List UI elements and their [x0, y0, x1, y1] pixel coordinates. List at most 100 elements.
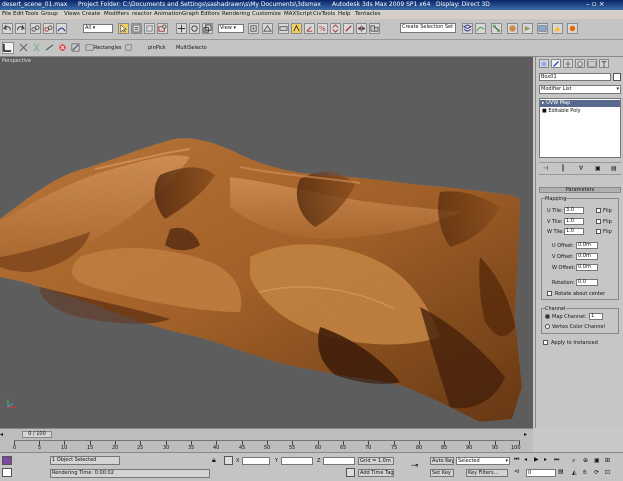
render-production-icon[interactable]: [567, 23, 578, 34]
current-frame-field[interactable]: 0: [526, 469, 556, 477]
parameters-rollout-header[interactable]: Parameters: [539, 187, 621, 193]
w-flip-checkbox[interactable]: [596, 229, 601, 234]
menu-edit[interactable]: Edit: [13, 11, 24, 17]
make-unique-icon[interactable]: ∀: [579, 165, 583, 172]
select-object-icon[interactable]: [118, 23, 129, 34]
create-helper-icon[interactable]: [32, 43, 43, 54]
rotate-icon[interactable]: [189, 23, 200, 34]
move-icon[interactable]: [176, 23, 187, 34]
pinpick-script-icon[interactable]: [124, 43, 135, 54]
rectangles-script-button[interactable]: Rectangles: [94, 45, 122, 51]
scale-icon[interactable]: [202, 23, 213, 34]
utilities-tab[interactable]: [599, 59, 609, 68]
create-shapes-icon[interactable]: [19, 43, 30, 54]
schematic-view-icon[interactable]: [491, 23, 502, 34]
track-bar[interactable]: 0 5 10 15 20 25 30 35 40 45 50 55 60 65 …: [13, 440, 521, 452]
key-mode-toggle-icon[interactable]: ⊲: [514, 468, 522, 476]
modifier-list-dropdown[interactable]: Modifier List ▾: [539, 85, 621, 94]
window-controls[interactable]: – ▫ ×: [586, 0, 605, 8]
reference-coordinate-dropdown[interactable]: View ▾: [218, 24, 244, 33]
y-coordinate-field[interactable]: [281, 457, 313, 465]
display-tab[interactable]: [587, 59, 597, 68]
next-frame-icon[interactable]: ▸: [544, 456, 552, 464]
modify-tab[interactable]: [551, 59, 561, 68]
map-channel-spinner[interactable]: 1: [589, 313, 603, 320]
menu-views[interactable]: Views: [64, 11, 80, 17]
viewport-label[interactable]: Perspective: [2, 58, 31, 64]
rectangular-selection-icon[interactable]: [144, 23, 155, 34]
menu-create[interactable]: Create: [82, 11, 100, 17]
time-slider[interactable]: 0 / 100: [22, 431, 52, 438]
rotate-about-center-checkbox[interactable]: [547, 291, 552, 296]
maximize-viewport-icon[interactable]: ⊡: [605, 469, 613, 477]
key-filter-selected-dropdown[interactable]: Selected ▾: [456, 457, 510, 465]
time-tag-icon[interactable]: [346, 468, 355, 477]
menu-reactor[interactable]: reactor: [132, 11, 152, 17]
select-by-name-icon[interactable]: [131, 23, 142, 34]
z-coordinate-field[interactable]: [323, 457, 355, 465]
zoom-all-icon[interactable]: ⊕: [583, 457, 591, 465]
lock-selection-icon[interactable]: 🔒︎: [212, 456, 220, 465]
play-icon[interactable]: ▶︎: [534, 456, 542, 464]
x-coordinate-field[interactable]: [242, 457, 270, 465]
zoom-extents-all-icon[interactable]: ⊞: [605, 457, 613, 465]
orbit-icon[interactable]: ⟳: [594, 469, 602, 477]
create-spline-icon[interactable]: [45, 43, 56, 54]
object-color-swatch[interactable]: [613, 73, 621, 81]
select-manipulate-icon[interactable]: [262, 23, 273, 34]
quick-render-icon[interactable]: [552, 23, 563, 34]
zoom-icon[interactable]: ⌕: [572, 457, 580, 465]
menu-file[interactable]: File: [2, 11, 11, 17]
pan-view-icon[interactable]: ✋︎: [583, 469, 591, 477]
u-flip-checkbox[interactable]: [596, 208, 601, 213]
v-tile-spinner[interactable]: 1.0: [564, 218, 584, 225]
selection-filter-dropdown[interactable]: All ▾: [83, 24, 113, 33]
mirror-icon[interactable]: [356, 23, 367, 34]
stack-item-uvw-map[interactable]: ▸ UVW Map: [540, 100, 620, 107]
pin-stack-icon[interactable]: ⊣: [543, 165, 548, 172]
multiselect-script-button[interactable]: MultiSelecto: [176, 45, 207, 51]
set-key-button[interactable]: Set Key: [430, 469, 454, 477]
select-and-link-icon[interactable]: [30, 23, 41, 34]
undo-icon[interactable]: [2, 23, 13, 34]
go-to-end-icon[interactable]: ⏭︎: [554, 456, 562, 464]
curve-editor-icon[interactable]: [475, 23, 486, 34]
maxscript-mini-listener[interactable]: [2, 468, 12, 477]
map-channel-radio[interactable]: [545, 314, 550, 319]
rotation-spinner[interactable]: 0.0: [576, 279, 598, 286]
u-tile-spinner[interactable]: 3.0: [564, 207, 584, 214]
object-name-field[interactable]: Box01: [539, 73, 611, 81]
menu-modifiers[interactable]: Modifiers: [104, 11, 129, 17]
u-offset-spinner[interactable]: 0.0m: [576, 242, 598, 249]
menu-maxscript[interactable]: MAXScript: [284, 11, 312, 17]
layer-manager-icon[interactable]: [462, 23, 473, 34]
menu-help[interactable]: Help: [338, 11, 351, 17]
time-slider-left-arrow[interactable]: ◂: [0, 432, 8, 438]
angle-snap-icon[interactable]: [304, 23, 315, 34]
show-end-result-icon[interactable]: ║: [561, 165, 565, 172]
redo-icon[interactable]: [15, 23, 26, 34]
go-to-start-icon[interactable]: ⏮︎: [514, 456, 522, 464]
time-slider-right-arrow[interactable]: ▸: [524, 432, 532, 438]
rendered-frame-window-icon[interactable]: [537, 23, 548, 34]
hide-object-icon[interactable]: [71, 43, 82, 54]
menu-civtools[interactable]: CivTools: [313, 11, 335, 17]
render-setup-icon[interactable]: [522, 23, 533, 34]
auto-key-button[interactable]: Auto Key: [430, 457, 454, 465]
v-flip-checkbox[interactable]: [596, 219, 601, 224]
viewport-layout-icon[interactable]: [2, 42, 14, 54]
window-crossing-icon[interactable]: [157, 23, 168, 34]
zoom-extents-icon[interactable]: ▣: [594, 457, 602, 465]
bind-space-warp-icon[interactable]: [56, 23, 67, 34]
keyboard-shortcut-override-icon[interactable]: [278, 23, 289, 34]
w-tile-spinner[interactable]: 1.0: [564, 228, 584, 235]
absolute-mode-transform-icon[interactable]: [224, 456, 233, 465]
menu-tentacles[interactable]: Tentacles: [355, 11, 381, 17]
set-key-mode-icon[interactable]: ⊸: [411, 461, 425, 471]
menu-graph-editors[interactable]: Graph Editors: [182, 11, 220, 17]
time-configuration-icon[interactable]: ▤: [558, 468, 566, 476]
maxscript-listener-icon[interactable]: [2, 456, 12, 465]
menu-rendering[interactable]: Rendering: [222, 11, 250, 17]
stack-item-editable-poly[interactable]: ■ Editable Poly: [540, 108, 620, 115]
perspective-viewport[interactable]: Perspective: [0, 57, 533, 428]
